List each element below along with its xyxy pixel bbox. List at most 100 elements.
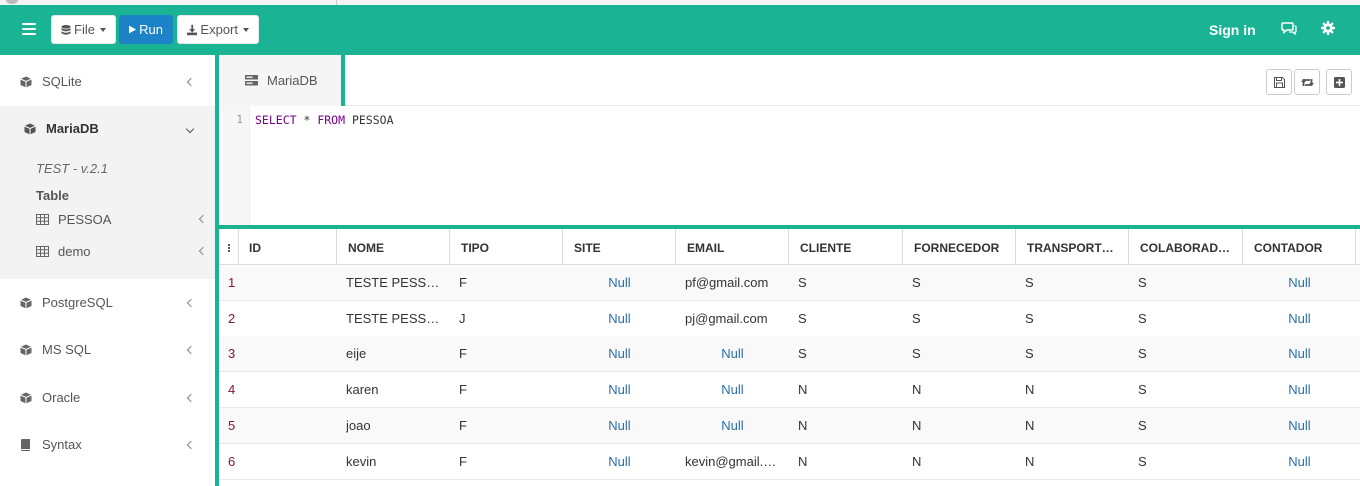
table-cell[interactable]: kevin (346, 444, 443, 479)
table-cell[interactable]: Null (563, 336, 676, 371)
table-cell[interactable]: Null (676, 336, 789, 371)
table-cell[interactable]: S (1138, 372, 1236, 407)
column-header[interactable]: FORNECEDOR (903, 229, 1016, 265)
table-cell[interactable]: F (459, 372, 556, 407)
table-cell[interactable]: kevin@gmail.c… (685, 444, 782, 479)
table-cell[interactable]: N (1025, 372, 1122, 407)
column-header[interactable]: TIPO (450, 229, 563, 265)
table-cell[interactable]: Null (563, 444, 676, 479)
column-header[interactable]: EMAIL (676, 229, 789, 265)
table-cell[interactable]: S (798, 301, 896, 336)
table-row[interactable]: 1 TESTE PESSO… F Null pf@gmail.com S S S S Null (219, 265, 1360, 301)
column-header[interactable]: COLABORAD… (1129, 229, 1243, 265)
sidebar-item-mssql[interactable]: MS SQL (0, 327, 215, 373)
table-cell[interactable]: F (459, 408, 556, 443)
table-cell[interactable]: S (1138, 265, 1236, 300)
row-id-cell[interactable]: 2 (228, 301, 328, 336)
column-menu-icon[interactable] (219, 229, 239, 265)
row-id-cell[interactable]: 3 (228, 336, 328, 371)
row-id-cell[interactable]: 6 (228, 444, 328, 479)
table-cell[interactable]: N (798, 444, 896, 479)
table-cell[interactable]: F (459, 336, 556, 371)
column-header[interactable]: SITE (563, 229, 676, 265)
table-row[interactable]: 3 eije F Null Null S S S S Null (219, 336, 1360, 373)
sql-star: * (296, 113, 318, 127)
table-cell[interactable]: S (912, 265, 1009, 300)
sql-editor[interactable]: 1 SELECT * FROM PESSOA (219, 106, 1360, 225)
sign-in-link[interactable]: Sign in (1209, 22, 1256, 38)
table-cell[interactable]: S (1025, 265, 1122, 300)
hamburger-menu-icon[interactable] (22, 23, 36, 35)
table-cell[interactable]: N (1025, 444, 1122, 479)
row-id-cell[interactable]: 5 (228, 408, 328, 443)
table-cell[interactable]: Null (676, 372, 789, 407)
export-menu-button[interactable]: Export (177, 15, 259, 44)
table-cell[interactable]: N (798, 408, 896, 443)
table-cell[interactable]: Null (563, 301, 676, 336)
column-header[interactable]: CLIENTE (789, 229, 903, 265)
table-cell[interactable]: N (912, 372, 1009, 407)
sidebar-table-demo[interactable]: demo (36, 242, 215, 270)
table-cell[interactable]: S (1138, 301, 1236, 336)
add-tab-button[interactable] (1326, 69, 1352, 95)
table-cell[interactable]: S (1138, 336, 1236, 371)
refresh-button[interactable] (1294, 69, 1320, 95)
table-cell[interactable]: joao (346, 408, 443, 443)
table-cell[interactable]: S (798, 265, 896, 300)
table-cell[interactable]: Null (676, 408, 789, 443)
tab-mariadb[interactable]: MariaDB (219, 55, 345, 106)
column-header[interactable]: TRANSPORT… (1016, 229, 1129, 265)
column-header[interactable]: ID (239, 229, 337, 265)
table-cell[interactable]: Null (1243, 301, 1356, 336)
table-cell[interactable]: J (459, 301, 556, 336)
column-header[interactable]: CONTADOR (1243, 229, 1356, 265)
table-cell[interactable]: TESTE PESSO… (346, 301, 443, 336)
column-header[interactable]: NOME (337, 229, 450, 265)
table-cell[interactable]: Null (1243, 408, 1356, 443)
sidebar-item-syntax[interactable]: Syntax (0, 422, 215, 468)
table-cell[interactable]: F (459, 444, 556, 479)
run-button[interactable]: Run (119, 15, 173, 44)
table-cell[interactable]: S (1025, 301, 1122, 336)
table-cell[interactable]: karen (346, 372, 443, 407)
chevron-left-icon (186, 440, 196, 450)
table-row[interactable]: 4 karen F Null Null N N N S Null (219, 372, 1360, 409)
table-cell[interactable]: TESTE PESSO… (346, 265, 443, 300)
table-cell[interactable]: eije (346, 336, 443, 371)
table-cell[interactable]: N (798, 372, 896, 407)
table-row[interactable]: 5 joao F Null Null N N N S Null (219, 407, 1360, 444)
gear-icon[interactable] (1321, 21, 1335, 35)
table-row[interactable]: 2 TESTE PESSO… J Null pj@gmail.com S S S S Null (219, 301, 1360, 337)
table-cell[interactable]: S (912, 301, 1009, 336)
table-cell[interactable]: N (1025, 408, 1122, 443)
table-cell[interactable]: pf@gmail.com (685, 265, 782, 300)
table-row[interactable]: 6 kevin F Null kevin@gmail.c… N N N S Null (219, 444, 1360, 480)
sidebar-item-sqlite[interactable]: SQLite (0, 59, 215, 105)
table-cell[interactable]: Null (563, 265, 676, 300)
table-cell[interactable]: Null (563, 408, 676, 443)
table-cell[interactable]: Null (1243, 372, 1356, 407)
table-cell[interactable]: N (912, 444, 1009, 479)
table-cell[interactable]: Null (563, 372, 676, 407)
sidebar-item-postgresql[interactable]: PostgreSQL (0, 280, 215, 326)
table-cell[interactable]: S (798, 336, 896, 371)
comments-icon[interactable] (1281, 21, 1297, 36)
table-cell[interactable]: S (1138, 408, 1236, 443)
row-id-cell[interactable]: 4 (228, 372, 328, 407)
sql-code[interactable]: SELECT * FROM PESSOA (255, 113, 394, 127)
table-cell[interactable]: S (1025, 336, 1122, 371)
sidebar-table-pessoa[interactable]: PESSOA (36, 210, 215, 238)
file-menu-button[interactable]: File (51, 15, 116, 44)
row-id-cell[interactable]: 1 (228, 265, 328, 300)
sidebar-item-oracle[interactable]: Oracle (0, 375, 215, 421)
table-cell[interactable]: S (1138, 444, 1236, 479)
table-cell[interactable]: Null (1243, 265, 1356, 300)
sidebar-item-mariadb[interactable]: MariaDB (0, 106, 215, 152)
table-cell[interactable]: pj@gmail.com (685, 301, 782, 336)
table-cell[interactable]: F (459, 265, 556, 300)
save-button[interactable] (1266, 69, 1292, 95)
table-cell[interactable]: N (912, 408, 1009, 443)
table-cell[interactable]: Null (1243, 336, 1356, 371)
table-cell[interactable]: S (912, 336, 1009, 371)
table-cell[interactable]: Null (1243, 444, 1356, 479)
